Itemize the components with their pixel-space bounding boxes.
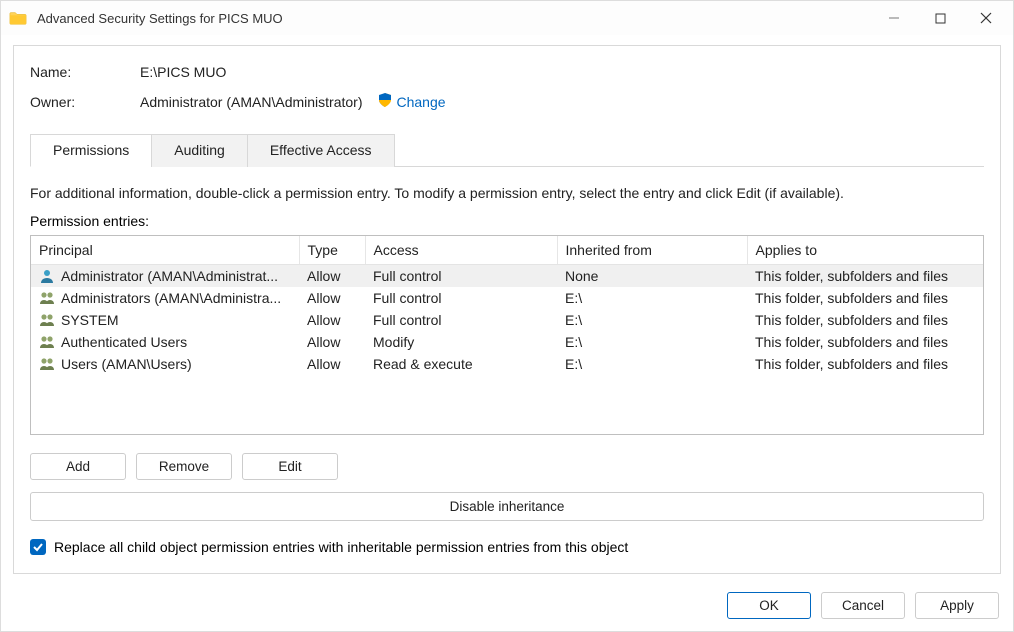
group-icon xyxy=(39,290,55,306)
inherited-cell: E:\ xyxy=(557,287,747,309)
table-row[interactable]: SYSTEM AllowFull controlE:\This folder, s… xyxy=(31,309,983,331)
close-button[interactable] xyxy=(963,2,1009,34)
access-cell: Full control xyxy=(365,309,557,331)
folder-icon xyxy=(9,10,27,26)
tab-auditing[interactable]: Auditing xyxy=(151,134,248,167)
principal-text: SYSTEM xyxy=(61,312,119,328)
name-row: Name: E:\PICS MUO xyxy=(30,64,984,80)
group-icon xyxy=(39,312,55,328)
col-applies[interactable]: Applies to xyxy=(747,236,983,265)
replace-children-row[interactable]: Replace all child object permission entr… xyxy=(30,539,984,555)
ok-button[interactable]: OK xyxy=(727,592,811,619)
access-cell: Read & execute xyxy=(365,353,557,375)
access-cell: Full control xyxy=(365,265,557,288)
table-row[interactable]: Authenticated Users AllowModifyE:\This fo… xyxy=(31,331,983,353)
group-icon xyxy=(39,334,55,350)
col-type[interactable]: Type xyxy=(299,236,365,265)
principal-text: Authenticated Users xyxy=(61,334,187,350)
replace-children-label: Replace all child object permission entr… xyxy=(54,539,628,555)
shield-icon xyxy=(377,92,393,111)
table-row[interactable]: Administrator (AMAN\Administrat... AllowF… xyxy=(31,265,983,288)
titlebar: Advanced Security Settings for PICS MUO xyxy=(1,1,1013,35)
replace-children-checkbox[interactable] xyxy=(30,539,46,555)
permission-table[interactable]: Principal Type Access Inherited from App… xyxy=(30,235,984,435)
applies-cell: This folder, subfolders and files xyxy=(747,287,983,309)
owner-label: Owner: xyxy=(30,94,140,110)
advanced-security-window: Advanced Security Settings for PICS MUO … xyxy=(0,0,1014,632)
type-cell: Allow xyxy=(299,287,365,309)
entry-buttons: Add Remove Edit xyxy=(30,453,984,480)
name-value: E:\PICS MUO xyxy=(140,64,226,80)
applies-cell: This folder, subfolders and files xyxy=(747,265,983,288)
tabs: Permissions Auditing Effective Access xyxy=(30,133,984,167)
inherited-cell: None xyxy=(557,265,747,288)
entries-label: Permission entries: xyxy=(30,213,984,229)
principal-text: Administrator (AMAN\Administrat... xyxy=(61,268,278,284)
add-button[interactable]: Add xyxy=(30,453,126,480)
user-icon xyxy=(39,268,55,284)
inherited-cell: E:\ xyxy=(557,353,747,375)
content-frame: Name: E:\PICS MUO Owner: Administrator (… xyxy=(13,45,1001,574)
type-cell: Allow xyxy=(299,309,365,331)
window-title: Advanced Security Settings for PICS MUO xyxy=(37,11,871,26)
type-cell: Allow xyxy=(299,331,365,353)
close-icon xyxy=(980,12,992,24)
remove-button[interactable]: Remove xyxy=(136,453,232,480)
help-text: For additional information, double-click… xyxy=(30,185,984,201)
check-icon xyxy=(32,541,44,553)
applies-cell: This folder, subfolders and files xyxy=(747,309,983,331)
owner-value: Administrator (AMAN\Administrator) xyxy=(140,94,363,110)
group-icon xyxy=(39,356,55,372)
inherited-cell: E:\ xyxy=(557,331,747,353)
cancel-button[interactable]: Cancel xyxy=(821,592,905,619)
maximize-button[interactable] xyxy=(917,2,963,34)
applies-cell: This folder, subfolders and files xyxy=(747,353,983,375)
change-owner-link[interactable]: Change xyxy=(397,94,446,110)
col-access[interactable]: Access xyxy=(365,236,557,265)
minimize-icon xyxy=(888,12,900,24)
access-cell: Full control xyxy=(365,287,557,309)
principal-text: Users (AMAN\Users) xyxy=(61,356,192,372)
tab-permissions[interactable]: Permissions xyxy=(30,134,152,167)
table-row[interactable]: Users (AMAN\Users) AllowRead & executeE:\… xyxy=(31,353,983,375)
dialog-footer: OK Cancel Apply xyxy=(1,584,1013,631)
edit-button[interactable]: Edit xyxy=(242,453,338,480)
table-row[interactable]: Administrators (AMAN\Administra... AllowF… xyxy=(31,287,983,309)
col-principal[interactable]: Principal xyxy=(31,236,299,265)
col-inherited[interactable]: Inherited from xyxy=(557,236,747,265)
apply-button[interactable]: Apply xyxy=(915,592,999,619)
disable-inheritance-button[interactable]: Disable inheritance xyxy=(30,492,984,521)
maximize-icon xyxy=(935,13,946,24)
tab-effective-access[interactable]: Effective Access xyxy=(247,134,395,167)
applies-cell: This folder, subfolders and files xyxy=(747,331,983,353)
access-cell: Modify xyxy=(365,331,557,353)
owner-row: Owner: Administrator (AMAN\Administrator… xyxy=(30,92,984,111)
table-header-row: Principal Type Access Inherited from App… xyxy=(31,236,983,265)
type-cell: Allow xyxy=(299,265,365,288)
inherited-cell: E:\ xyxy=(557,309,747,331)
principal-text: Administrators (AMAN\Administra... xyxy=(61,290,281,306)
minimize-button[interactable] xyxy=(871,2,917,34)
window-controls xyxy=(871,2,1009,34)
type-cell: Allow xyxy=(299,353,365,375)
name-label: Name: xyxy=(30,64,140,80)
